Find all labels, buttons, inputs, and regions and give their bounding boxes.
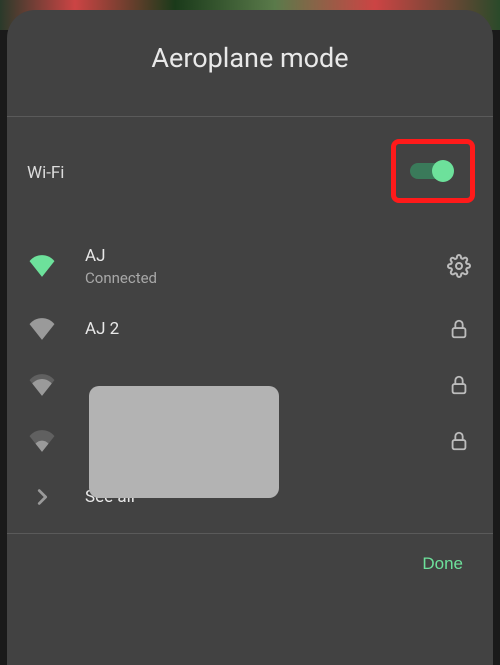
done-button[interactable]: Done — [422, 554, 463, 574]
network-info: AJ Connected — [85, 245, 447, 287]
settings-icon[interactable] — [447, 254, 471, 278]
wifi-section-row: Wi-Fi — [7, 117, 493, 225]
lock-icon — [447, 317, 471, 341]
wifi-section-label: Wi-Fi — [27, 163, 64, 183]
wifi-network-item[interactable]: AJ 2 — [7, 301, 493, 357]
footer: Done — [7, 534, 493, 598]
network-info: AJ 2 — [85, 318, 447, 340]
redacted-overlay — [89, 386, 279, 498]
toggle-thumb — [432, 160, 454, 182]
wifi-network-item[interactable]: AJ Connected — [7, 231, 493, 301]
wifi-signal-icon — [29, 374, 55, 396]
network-name: AJ 2 — [85, 318, 447, 340]
wifi-signal-icon — [29, 430, 55, 452]
wifi-toggle-highlight — [391, 139, 475, 203]
panel-header: Aeroplane mode — [7, 10, 493, 116]
wifi-toggle[interactable] — [410, 160, 452, 182]
chevron-right-icon — [29, 486, 55, 508]
wifi-signal-icon — [29, 318, 55, 340]
lock-icon — [447, 373, 471, 397]
network-name: AJ — [85, 245, 447, 267]
lock-icon — [447, 429, 471, 453]
settings-panel: Aeroplane mode Wi-Fi AJ Connected — [7, 10, 493, 665]
page-title: Aeroplane mode — [27, 42, 473, 74]
wifi-signal-icon — [29, 255, 55, 277]
network-status: Connected — [85, 269, 447, 287]
